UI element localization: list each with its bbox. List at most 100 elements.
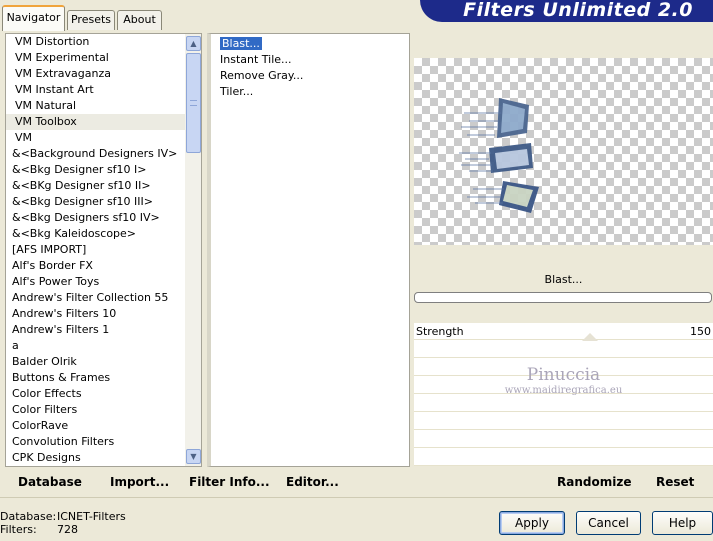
filter-item-label: Blast...: [220, 37, 262, 50]
category-list[interactable]: VM Distortion VM Experimental VM Extravaga…: [5, 33, 202, 467]
filter-item[interactable]: Instant Tile...: [211, 52, 409, 68]
category-item-label: Andrew's Filters 10: [12, 307, 117, 320]
preview-filter-title: Blast...: [544, 273, 583, 286]
parameter-label: Strength: [416, 325, 464, 338]
status-database-label: Database:: [0, 510, 57, 523]
category-item[interactable]: VM Instant Art: [6, 82, 186, 98]
category-item-label: VM Natural: [15, 99, 77, 112]
category-item[interactable]: Andrew's Filter Collection 55: [6, 290, 186, 306]
apply-button[interactable]: Apply: [499, 511, 565, 535]
category-item[interactable]: [AFS IMPORT]: [6, 242, 186, 258]
category-item[interactable]: Balder Olrik: [6, 354, 186, 370]
category-item[interactable]: VM Experimental: [6, 50, 186, 66]
scroll-up-button[interactable]: ▲: [186, 36, 201, 51]
tab-bar: Navigator Presets About: [0, 0, 410, 33]
category-item-label: Balder Olrik: [12, 355, 77, 368]
category-item[interactable]: VM Natural: [6, 98, 186, 114]
slider-marker-icon[interactable]: [582, 333, 598, 341]
filter-item[interactable]: Remove Gray...: [211, 68, 409, 84]
preview-area: [414, 58, 713, 245]
category-item[interactable]: Andrew's Filters 10: [6, 306, 186, 322]
category-items: VM Distortion VM Experimental VM Extravaga…: [6, 34, 186, 466]
category-item[interactable]: Convolution Filters: [6, 434, 186, 450]
status-info: Database:ICNET-Filters Filters: 728: [0, 510, 126, 536]
category-item[interactable]: Buttons & Frames: [6, 370, 186, 386]
category-item[interactable]: Color Filters: [6, 402, 186, 418]
category-item[interactable]: &<Background Designers IV>: [6, 146, 186, 162]
category-item-label: VM: [15, 131, 33, 144]
category-item-label: Color Effects: [12, 387, 82, 400]
parameter-row-empty: [414, 395, 713, 412]
preview-toolbar: Randomize Reset: [414, 469, 713, 496]
tab-presets[interactable]: Presets: [67, 10, 115, 30]
category-item-label: Convolution Filters: [12, 435, 115, 448]
category-item[interactable]: &<Bkg Designers sf10 IV>: [6, 210, 186, 226]
help-button[interactable]: Help: [652, 511, 713, 535]
category-item[interactable]: &<Bkg Designer sf10 III>: [6, 194, 186, 210]
category-item-label: VM Instant Art: [15, 83, 94, 96]
brand-title: Filters Unlimited 2.0: [463, 0, 693, 21]
category-item[interactable]: &<BKg Designer sf10 II>: [6, 178, 186, 194]
parameter-row-empty: [414, 431, 713, 448]
filter-item-label: Tiler...: [220, 85, 254, 98]
brand-banner: Filters Unlimited 2.0: [420, 0, 713, 22]
list-toolbar: Database Import... Filter Info... Editor…: [5, 469, 410, 496]
filter-item-label: Remove Gray...: [220, 69, 304, 82]
tab-about[interactable]: About: [117, 10, 162, 30]
category-item[interactable]: Color Effects: [6, 386, 186, 402]
filter-info-button[interactable]: Filter Info...: [189, 475, 270, 490]
scroll-thumb[interactable]: [186, 53, 201, 153]
category-item-label: Alf's Power Toys: [12, 275, 100, 288]
reset-button[interactable]: Reset: [656, 475, 694, 490]
category-item[interactable]: VM Distortion: [6, 34, 186, 50]
category-item-label: [AFS IMPORT]: [12, 243, 87, 256]
watermark-url: www.maidiregrafica.eu: [504, 385, 623, 396]
category-item-label: &<Bkg Designer sf10 III>: [12, 195, 154, 208]
status-database: Database:ICNET-Filters: [0, 510, 126, 523]
separator: [0, 497, 713, 498]
status-filters-value: 728: [57, 523, 78, 536]
progress-bar: [414, 292, 712, 303]
category-scrollbar[interactable]: ▲ ▼: [185, 34, 201, 466]
status-database-value: ICNET-Filters: [57, 510, 126, 523]
status-filters: Filters: 728: [0, 523, 126, 536]
category-item[interactable]: CPK Designs: [6, 450, 186, 466]
parameter-value: 150: [690, 325, 711, 338]
category-item-label: Buttons & Frames: [12, 371, 111, 384]
randomize-button[interactable]: Randomize: [557, 475, 631, 490]
parameter-row-strength[interactable]: Strength 150: [414, 323, 713, 341]
tab-navigator[interactable]: Navigator: [2, 5, 65, 31]
filter-items: Blast... Instant Tile... Remove Gray... Til…: [211, 36, 409, 100]
category-item-label: &<Background Designers IV>: [12, 147, 178, 160]
parameter-row-empty: [414, 413, 713, 430]
parameter-panel: Strength 150 Pinuccia www.maidiregrafica…: [414, 323, 713, 466]
editor-button[interactable]: Editor...: [286, 475, 339, 490]
import-button[interactable]: Import...: [110, 475, 169, 490]
preview-image: [459, 98, 539, 213]
filter-item[interactable]: Tiler...: [211, 84, 409, 100]
category-item[interactable]: &<Bkg Kaleidoscope>: [6, 226, 186, 242]
category-item[interactable]: VM Extravaganza: [6, 66, 186, 82]
category-item[interactable]: &<Bkg Designer sf10 I>: [6, 162, 186, 178]
category-item-label: &<Bkg Kaleidoscope>: [12, 227, 137, 240]
cancel-button[interactable]: Cancel: [576, 511, 641, 535]
category-item[interactable]: VM: [6, 130, 186, 146]
filter-list[interactable]: Blast... Instant Tile... Remove Gray... Til…: [207, 33, 410, 467]
scroll-down-button[interactable]: ▼: [186, 449, 201, 464]
parameter-row-empty: [414, 341, 713, 358]
category-item-label: Color Filters: [12, 403, 78, 416]
category-item[interactable]: Alf's Power Toys: [6, 274, 186, 290]
category-item-label: ColorRave: [12, 419, 69, 432]
category-item[interactable]: Alf's Border FX: [6, 258, 186, 274]
category-item[interactable]: Andrew's Filters 1: [6, 322, 186, 338]
category-item-label: VM Distortion: [15, 35, 90, 48]
category-item-label: &<Bkg Designers sf10 IV>: [12, 211, 160, 224]
category-item-label: a: [12, 339, 19, 352]
database-button[interactable]: Database: [18, 475, 82, 490]
category-item[interactable]: VM Toolbox: [6, 114, 186, 130]
category-item-label: &<BKg Designer sf10 II>: [12, 179, 151, 192]
category-item[interactable]: ColorRave: [6, 418, 186, 434]
category-item-label: Andrew's Filter Collection 55: [12, 291, 169, 304]
category-item[interactable]: a: [6, 338, 186, 354]
filter-item[interactable]: Blast...: [211, 36, 409, 52]
